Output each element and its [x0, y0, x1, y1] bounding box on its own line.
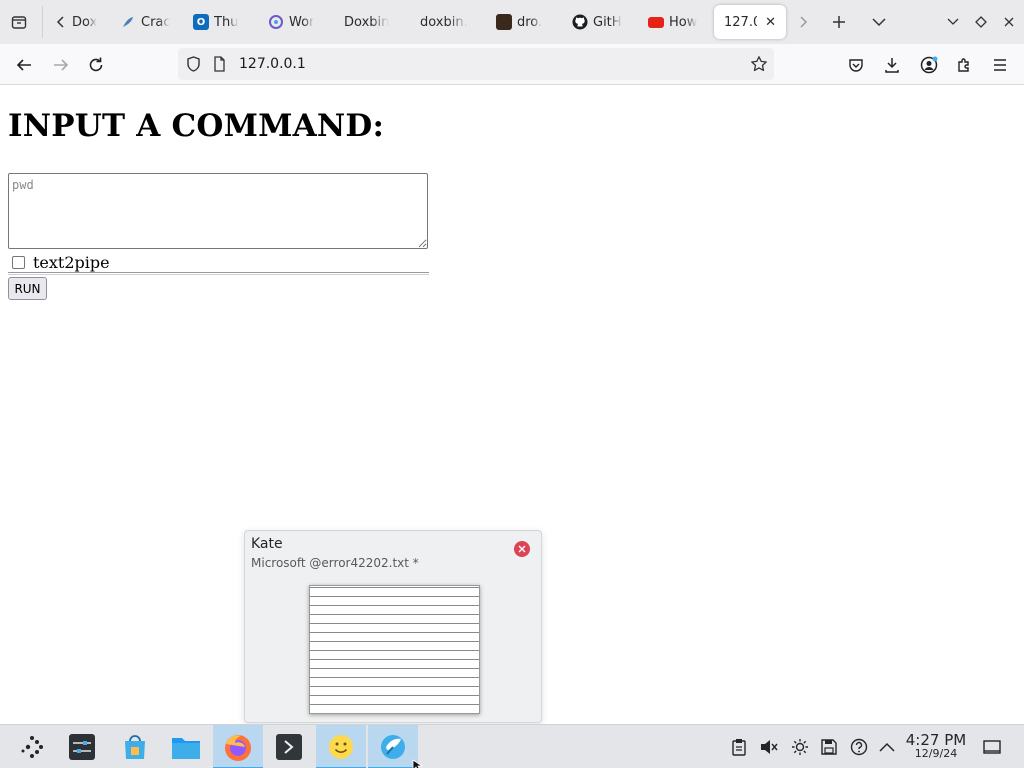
tab-strip: Dox Crac O Thu Wor Doxbin doxbin. dro. G…	[0, 0, 1024, 44]
tab-title: Doxbin	[344, 14, 390, 30]
horizontal-rule	[8, 272, 429, 275]
text2pipe-option: text2pipe	[12, 252, 110, 272]
tab-title: How	[669, 14, 698, 30]
command-textarea[interactable]	[8, 173, 428, 249]
tab-youtube[interactable]: How	[648, 5, 700, 39]
close-window-icon[interactable]	[514, 541, 530, 557]
new-tab-icon[interactable]	[830, 13, 848, 31]
text2pipe-checkbox[interactable]	[12, 255, 25, 269]
youtube-icon	[648, 16, 664, 28]
reload-icon[interactable]	[85, 54, 107, 76]
discover-store-icon[interactable]	[110, 725, 160, 768]
feather-icon	[120, 14, 136, 30]
tab-title: GitH	[593, 14, 622, 30]
window-minimize-icon[interactable]	[944, 13, 962, 31]
tab-doxbin-2[interactable]: doxbin.	[420, 5, 472, 39]
tab-doxbin[interactable]: Doxbin	[344, 5, 396, 39]
mouse-cursor-icon	[412, 756, 424, 768]
clipboard-icon[interactable]	[730, 737, 748, 757]
tab-title: 127.0	[724, 14, 758, 30]
run-button[interactable]: RUN	[8, 277, 47, 300]
konsole-terminal-icon[interactable]	[264, 725, 314, 768]
text2pipe-label[interactable]: text2pipe	[33, 253, 110, 272]
application-launcher-icon[interactable]	[8, 725, 58, 768]
show-desktop-icon[interactable]	[983, 737, 1001, 757]
github-icon	[572, 14, 588, 30]
firefox-view-icon[interactable]	[10, 13, 28, 31]
brightness-icon[interactable]	[791, 737, 809, 757]
navigation-toolbar: 127.0.0.1	[0, 44, 1024, 85]
emoji-selector-icon[interactable]	[316, 725, 366, 768]
pocket-icon[interactable]	[845, 54, 867, 76]
url-bar[interactable]: 127.0.0.1	[178, 48, 774, 80]
url-text[interactable]: 127.0.0.1	[239, 56, 306, 72]
close-tab-icon[interactable]: ✕	[765, 15, 776, 30]
tab-dro[interactable]: dro.	[496, 5, 548, 39]
tab-title: doxbin.	[420, 14, 468, 30]
tab-dox[interactable]: Dox	[72, 5, 110, 39]
account-icon[interactable]	[918, 54, 940, 76]
preview-app-name: Kate	[251, 536, 283, 552]
dolphin-file-manager-icon[interactable]	[161, 725, 211, 768]
tab-github[interactable]: GitH	[572, 5, 624, 39]
clock-date[interactable]: 12/9/24	[903, 747, 969, 760]
window-maximize-icon[interactable]	[972, 13, 990, 31]
tab-title: Dox	[72, 14, 98, 30]
app-menu-hamburger-icon[interactable]	[989, 54, 1011, 76]
window-close-icon[interactable]	[1000, 13, 1018, 31]
taskbar	[0, 724, 1024, 768]
tab-title: dro.	[517, 14, 543, 30]
outlook-icon: O	[193, 14, 209, 30]
disk-save-icon[interactable]	[820, 737, 838, 757]
tracking-protection-shield-icon[interactable]	[186, 56, 201, 76]
scroll-tabs-left-icon[interactable]	[52, 13, 70, 31]
tab-wor[interactable]: Wor	[268, 5, 320, 39]
extensions-puzzle-icon[interactable]	[953, 54, 975, 76]
tab-active-localhost[interactable]: 127.0 ✕	[714, 5, 786, 39]
kate-editor-icon[interactable]	[368, 725, 418, 768]
preview-window-title: Microsoft @error42202.txt *	[251, 556, 419, 570]
bookmark-star-icon[interactable]	[750, 55, 768, 77]
help-icon[interactable]	[850, 737, 868, 757]
window-preview-tooltip[interactable]: Kate Microsoft @error42202.txt *	[244, 530, 542, 723]
tab-title: Crac	[141, 14, 170, 30]
tab-outlook[interactable]: O Thu	[193, 5, 245, 39]
back-arrow-icon[interactable]	[13, 54, 35, 76]
tab-title: Wor	[289, 14, 315, 30]
downloads-icon[interactable]	[881, 54, 903, 76]
firefox-taskbar-icon[interactable]	[213, 725, 263, 768]
forward-arrow-icon[interactable]	[50, 54, 72, 76]
scroll-tabs-right-icon[interactable]	[794, 13, 812, 31]
window-thumbnail[interactable]	[309, 585, 480, 714]
spark-icon	[268, 14, 284, 30]
tab-crack[interactable]: Crac	[120, 5, 170, 39]
page-heading: INPUT A COMMAND:	[8, 108, 385, 144]
volume-muted-icon[interactable]	[760, 737, 778, 757]
system-tray-expand-icon[interactable]	[878, 737, 896, 757]
tab-divider	[42, 6, 43, 38]
system-settings-icon[interactable]	[57, 725, 107, 768]
list-all-tabs-icon[interactable]	[870, 13, 888, 31]
tab-title: Thu	[214, 14, 239, 30]
site-icon	[496, 14, 512, 30]
page-info-icon[interactable]	[213, 56, 226, 76]
